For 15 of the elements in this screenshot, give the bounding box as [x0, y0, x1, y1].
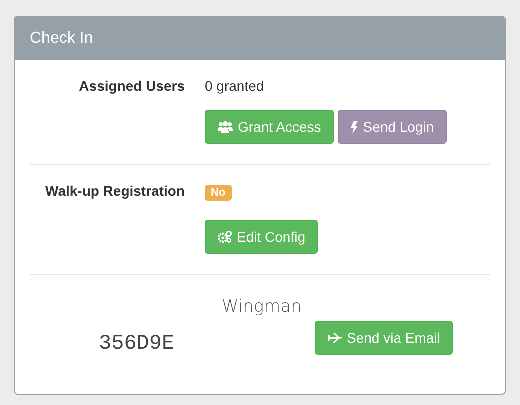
email-button[interactable]: Send via Email — [315, 320, 454, 354]
action-button[interactable]: Send Login — [338, 110, 448, 144]
panel-title: Check In — [30, 30, 94, 48]
users-icon — [218, 121, 233, 133]
field-label: Assigned Users — [79, 78, 185, 94]
plane-icon — [328, 332, 342, 342]
bolt-icon — [351, 120, 358, 134]
config-button[interactable]: Edit Config — [205, 220, 318, 254]
field-value: 0 granted — [205, 78, 264, 94]
field-label: Walk-up Registration — [46, 183, 185, 199]
action-button[interactable]: Grant Access — [205, 110, 334, 144]
wingman-title: Wingman — [222, 297, 302, 317]
status-badge: No — [205, 185, 232, 201]
cogs-icon — [218, 231, 232, 243]
access-code: 356D9E — [99, 333, 176, 356]
